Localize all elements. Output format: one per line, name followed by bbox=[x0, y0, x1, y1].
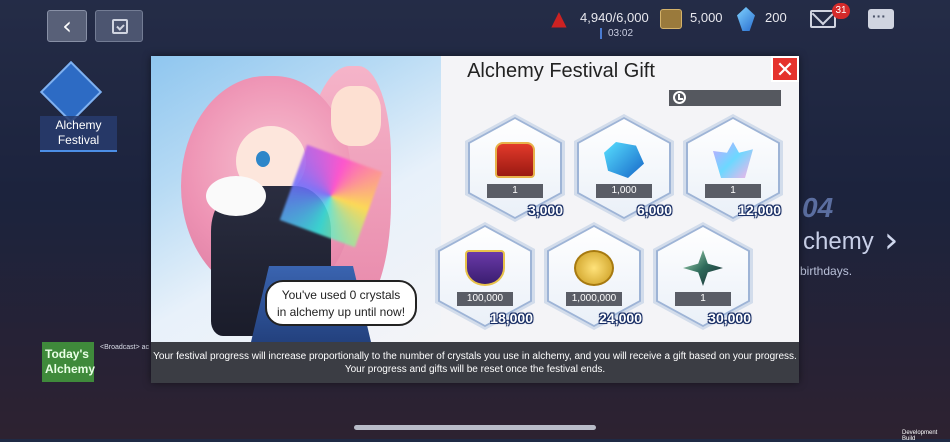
todays-alchemy-line1: Today's bbox=[45, 347, 91, 362]
close-button[interactable]: ✕ bbox=[771, 56, 799, 82]
broadcast-text: <Broadcast> ac bbox=[100, 344, 149, 351]
reward-quantity: 1 bbox=[675, 292, 731, 306]
back-arrow-icon: ‹ bbox=[62, 12, 72, 40]
close-x-icon: ✕ bbox=[776, 58, 794, 83]
reward-tier-4[interactable]: 100,000 18,000 bbox=[435, 222, 535, 330]
festival-description: Your festival progress will increase pro… bbox=[151, 342, 799, 383]
event-label-line2: Festival bbox=[40, 133, 117, 148]
character-hand bbox=[331, 86, 381, 146]
calendar-button[interactable] bbox=[95, 10, 143, 42]
background-birthdays-text: birthdays. bbox=[800, 264, 852, 278]
todays-alchemy-line2: Alchemy bbox=[45, 362, 91, 377]
home-indicator-bar[interactable] bbox=[354, 425, 596, 430]
stamina-timer: 03:02 bbox=[608, 28, 633, 39]
reward-tier-5[interactable]: 1,000,000 24,000 bbox=[544, 222, 644, 330]
gold-coin-icon bbox=[574, 250, 614, 286]
reward-quantity: 100,000 bbox=[457, 292, 513, 306]
event-emblem-icon bbox=[40, 61, 102, 123]
stamina-value: 4,940/6,000 bbox=[580, 10, 649, 25]
character-collar bbox=[206, 176, 266, 216]
chat-icon[interactable] bbox=[868, 9, 894, 29]
gold-value: 5,000 bbox=[690, 10, 723, 25]
reward-requirement: 18,000 bbox=[455, 310, 533, 326]
reward-requirement: 6,000 bbox=[594, 202, 672, 218]
crystal-usage-speech-bubble: You've used 0 crystals in alchemy up unt… bbox=[265, 280, 417, 326]
festival-timer-bar bbox=[669, 90, 781, 106]
treasure-chest-icon bbox=[495, 142, 535, 178]
reward-requirement: 24,000 bbox=[564, 310, 642, 326]
calendar-check-icon bbox=[112, 19, 128, 34]
popup-title: Alchemy Festival Gift bbox=[436, 60, 686, 83]
mail-badge: 31 bbox=[832, 3, 850, 19]
character-eye bbox=[256, 151, 270, 167]
reward-requirement: 30,000 bbox=[673, 310, 751, 326]
next-arrow-icon[interactable]: › bbox=[884, 220, 898, 261]
purple-badge-icon bbox=[465, 250, 505, 286]
reward-tier-2[interactable]: 1,000 6,000 bbox=[574, 114, 674, 222]
alchemy-festival-gift-popup: You've used 0 crystals in alchemy up unt… bbox=[151, 56, 799, 383]
timer-icon bbox=[673, 91, 686, 104]
crystal-value: 200 bbox=[765, 10, 787, 25]
reward-tier-3[interactable]: 1 12,000 bbox=[683, 114, 783, 222]
stamina-divider bbox=[600, 28, 602, 39]
reward-tier-6[interactable]: 1 30,000 bbox=[653, 222, 753, 330]
stamina-icon: ▲ bbox=[543, 7, 575, 29]
reward-quantity: 1 bbox=[487, 184, 543, 198]
event-label: Alchemy Festival bbox=[40, 116, 117, 152]
reward-requirement: 3,000 bbox=[485, 202, 563, 218]
speech-line1: You've used 0 crystals bbox=[267, 287, 415, 304]
alchemy-festival-event-tile[interactable]: Alchemy Festival bbox=[40, 66, 117, 164]
event-label-line1: Alchemy bbox=[40, 118, 117, 133]
back-button[interactable]: ‹ bbox=[47, 10, 87, 42]
background-alchemy-text: chemy bbox=[803, 228, 874, 256]
description-line1: Your festival progress will increase pro… bbox=[151, 350, 799, 363]
reward-quantity: 1,000 bbox=[596, 184, 652, 198]
character-illustration: You've used 0 crystals in alchemy up unt… bbox=[151, 56, 441, 342]
background-number: 04 bbox=[802, 192, 833, 224]
reward-quantity: 1 bbox=[705, 184, 761, 198]
description-line2: Your progress and gifts will be reset on… bbox=[151, 363, 799, 376]
gold-icon bbox=[660, 9, 682, 29]
reward-quantity: 1,000,000 bbox=[566, 292, 622, 306]
development-build-label: Development Build bbox=[902, 430, 950, 442]
todays-alchemy-button[interactable]: Today's Alchemy bbox=[42, 342, 94, 382]
speech-line2: in alchemy up until now! bbox=[267, 304, 415, 321]
reward-requirement: 12,000 bbox=[703, 202, 781, 218]
reward-tier-1[interactable]: 1 3,000 bbox=[465, 114, 565, 222]
